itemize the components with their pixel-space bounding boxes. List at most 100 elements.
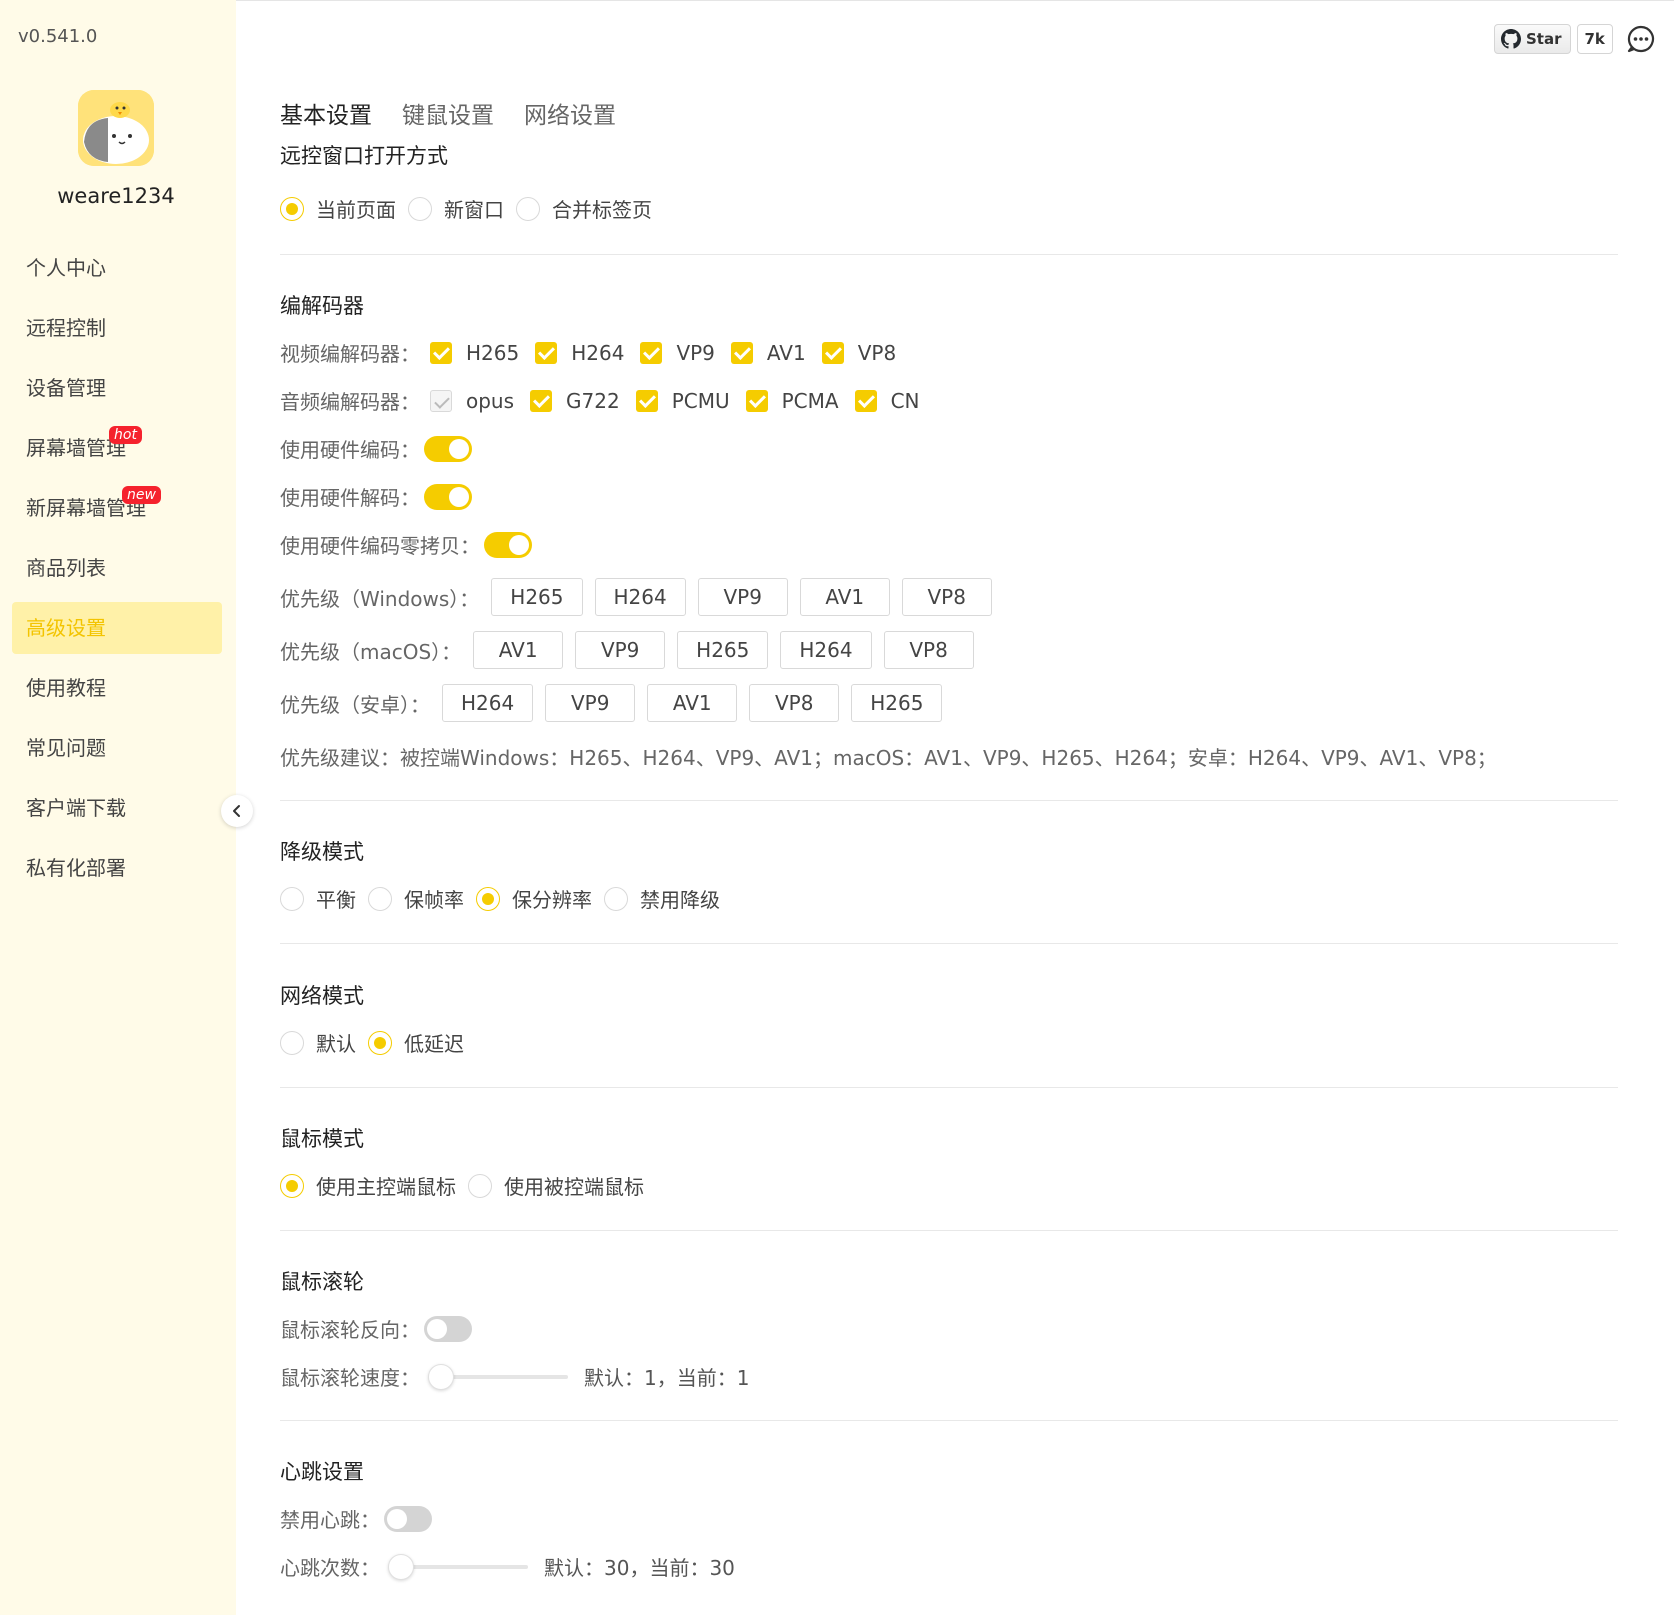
slider-handle[interactable] [388,1553,414,1580]
hw-decode-row: 使用硬件解码： [280,482,472,511]
section-divider [280,1420,1618,1421]
checkbox-label: opus [466,388,515,413]
avatar[interactable] [78,90,154,166]
hw-zero-copy-switch[interactable] [484,531,532,558]
radio-keep-framerate[interactable]: 保帧率 [368,884,464,913]
priority-windows-item[interactable]: VP9 [697,578,788,616]
priority-macos-item[interactable]: VP9 [575,631,666,669]
radio-keep-resolution[interactable]: 保分辨率 [476,884,592,913]
radio-default[interactable]: 默认 [280,1028,356,1057]
settings-tabs: 基本设置 键鼠设置 网络设置 [280,96,646,130]
sidebar-item-label: 使用教程 [26,676,106,700]
tab-basic-settings[interactable]: 基本设置 [280,96,372,130]
priority-windows-item[interactable]: H265 [491,578,583,616]
priority-windows-item[interactable]: H264 [594,578,686,616]
checkbox-audio-opus: opus [430,389,514,413]
radio-dot [476,886,500,911]
github-star-button[interactable]: Star [1494,24,1571,54]
heartbeat-count-row: 心跳次数： 默认：30，当前：30 [280,1552,735,1581]
sidebar-item-screen-wall[interactable]: 屏幕墙管理 hot [12,422,222,474]
sidebar-item-client-download[interactable]: 客户端下载 [12,782,222,834]
priority-macos-item[interactable]: VP8 [883,631,974,669]
chat-bubble-icon [1627,25,1655,53]
radio-new-window[interactable]: 新窗口 [408,194,504,223]
checkbox-video-vp9[interactable]: VP9 [640,341,715,365]
priority-macos-label: 优先级（macOS）： [280,639,462,664]
chat-icon[interactable] [1626,24,1656,54]
radio-balanced[interactable]: 平衡 [280,884,356,913]
priority-android-item[interactable]: VP8 [749,684,840,722]
checkbox-video-h265[interactable]: H265 [430,341,519,365]
priority-macos-item[interactable]: H264 [780,631,872,669]
sidebar-item-advanced-settings[interactable]: 高级设置 [12,602,222,654]
sidebar-item-tutorial[interactable]: 使用教程 [12,662,222,714]
slider-handle[interactable] [428,1363,454,1390]
priority-android-item[interactable]: VP9 [545,684,636,722]
sidebar-item-remote-control[interactable]: 远程控制 [12,302,222,354]
priority-windows-item[interactable]: AV1 [799,578,890,616]
hw-decode-switch[interactable] [424,483,472,510]
priority-macos-item[interactable]: AV1 [473,631,564,669]
checkbox-box [730,341,753,364]
priority-android-item[interactable]: H264 [442,684,534,722]
tab-keyboard-mouse-settings[interactable]: 键鼠设置 [402,96,494,130]
radio-low-latency[interactable]: 低延迟 [368,1028,464,1057]
sidebar: v0.541.0 weare1234 个人中心 远程控制 设备管理 屏幕墙管理 … [0,0,236,1615]
radio-current-page[interactable]: 当前页面 [280,194,396,223]
checkbox-label: VP8 [857,340,897,365]
checkbox-audio-pcma[interactable]: PCMA [745,389,839,413]
sidebar-item-private-deployment[interactable]: 私有化部署 [12,842,222,894]
sidebar-item-product-list[interactable]: 商品列表 [12,542,222,594]
priority-suggestion-text: 优先级建议：被控端Windows：H265、H264、VP9、AV1；macOS… [280,746,1497,770]
sidebar-item-faq[interactable]: 常见问题 [12,722,222,774]
heartbeat-count-slider[interactable] [388,1553,528,1580]
checkbox-video-h264[interactable]: H264 [535,341,624,365]
sidebar-item-device-management[interactable]: 设备管理 [12,362,222,414]
radio-label: 禁用降级 [640,888,720,912]
github-count-label: 7k [1584,30,1605,48]
radio-use-remote-mouse[interactable]: 使用被控端鼠标 [468,1171,644,1200]
priority-windows-item[interactable]: VP8 [901,578,992,616]
hw-encode-switch[interactable] [424,435,472,462]
checkbox-audio-cn[interactable]: CN [854,388,920,413]
priority-android-label: 优先级（安卓）： [280,692,430,717]
sidebar-item-personal-center[interactable]: 个人中心 [12,242,222,294]
codec-title: 编解码器 [280,294,364,318]
heartbeat-disable-row: 禁用心跳： [280,1504,432,1533]
checkbox-video-av1[interactable]: AV1 [730,341,806,365]
radio-disable-downgrade[interactable]: 禁用降级 [604,884,720,913]
heartbeat-disable-label: 禁用心跳： [280,1508,380,1532]
priority-android-item[interactable]: AV1 [647,684,738,722]
checkbox-label: CN [890,388,920,413]
collapse-sidebar-button[interactable] [221,795,253,827]
radio-use-local-mouse[interactable]: 使用主控端鼠标 [280,1171,456,1200]
radio-merge-tabs[interactable]: 合并标签页 [516,194,652,223]
tab-network-settings[interactable]: 网络设置 [524,96,616,130]
checkbox-box [430,341,452,364]
username: weare1234 [57,184,175,208]
wheel-speed-slider[interactable] [428,1363,568,1390]
radio-label: 新窗口 [444,198,504,222]
radio-label: 当前页面 [316,198,396,222]
github-star-widget: Star 7k [1494,24,1613,54]
wheel-reverse-switch[interactable] [424,1315,472,1342]
priority-macos-item[interactable]: H265 [677,631,769,669]
new-badge: new [122,486,161,504]
radio-label: 平衡 [316,888,356,912]
checkbox-audio-pcmu[interactable]: PCMU [635,389,730,413]
priority-android-item[interactable]: H265 [851,684,943,722]
downgrade-radio-group: 平衡 保帧率 保分辨率 禁用降级 [280,884,732,913]
hw-zero-copy-label: 使用硬件编码零拷贝： [280,534,480,558]
heartbeat-disable-switch[interactable] [384,1505,432,1532]
checkbox-label: G722 [566,388,620,413]
radio-dot [280,1173,304,1198]
github-star-count[interactable]: 7k [1576,24,1613,54]
video-codec-row: 视频编解码器： H265 H264 VP9 AV1 VP8 [280,338,912,367]
sidebar-item-label: 常见问题 [26,736,106,760]
checkbox-video-vp8[interactable]: VP8 [821,340,897,365]
video-codec-label: 视频编解码器： [280,342,420,366]
sidebar-item-label: 远程控制 [26,316,106,340]
checkbox-audio-g722[interactable]: G722 [530,389,620,413]
sidebar-item-new-screen-wall[interactable]: 新屏幕墙管理 new [12,482,222,534]
chevron-left-icon [233,805,240,817]
